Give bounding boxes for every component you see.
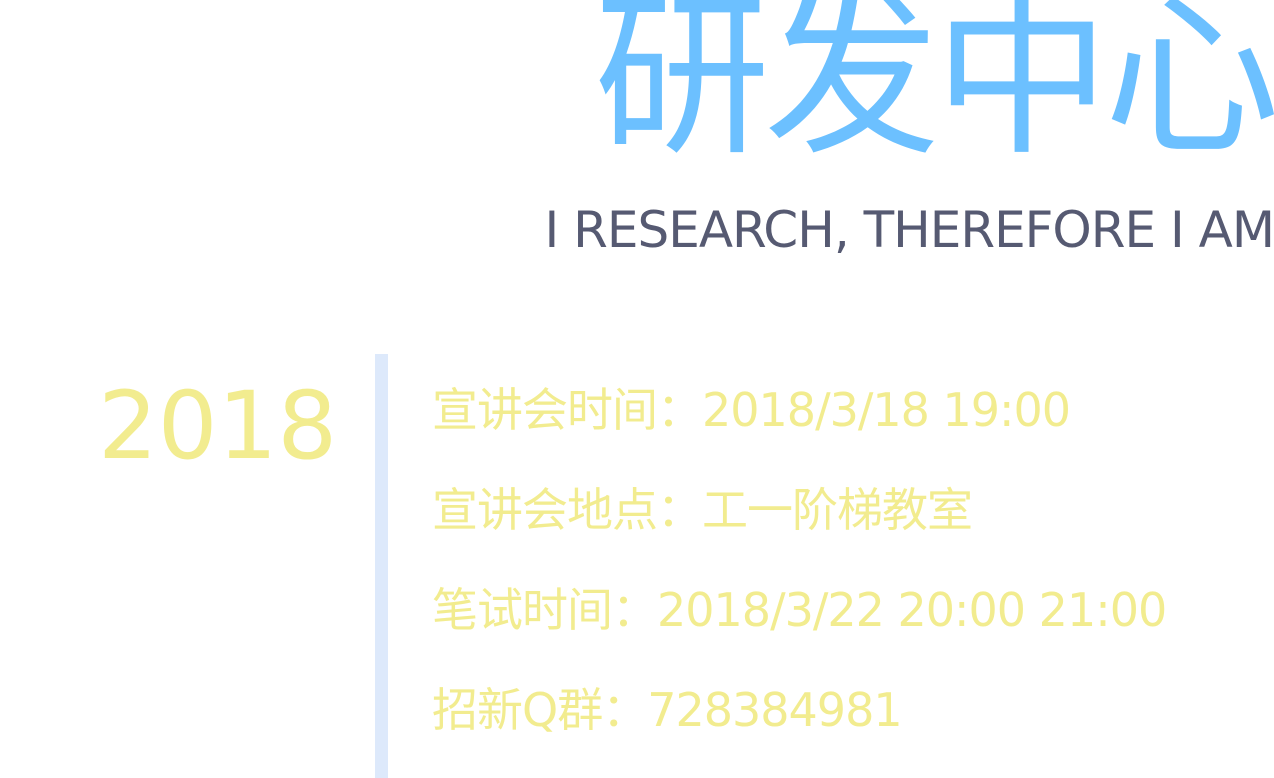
year-label: 2018 xyxy=(98,372,338,481)
presentation-time: 宣讲会时间：2018/3/18 19:00 xyxy=(432,383,1071,437)
page-title: 研发中心 xyxy=(593,0,1274,180)
written-test-time: 笔试时间：2018/3/22 20:00 21:00 xyxy=(432,583,1167,637)
page-subtitle: I RESEARCH, THEREFORE I AM xyxy=(544,201,1274,259)
recruitment-qq-group: 招新Q群：728384981 xyxy=(432,683,903,737)
event-details-list: 宣讲会时间：2018/3/18 19:00 宣讲会地点：工一阶梯教室 笔试时间：… xyxy=(432,378,1252,778)
presentation-location: 宣讲会地点：工一阶梯教室 xyxy=(432,483,973,537)
vertical-divider xyxy=(375,354,388,778)
